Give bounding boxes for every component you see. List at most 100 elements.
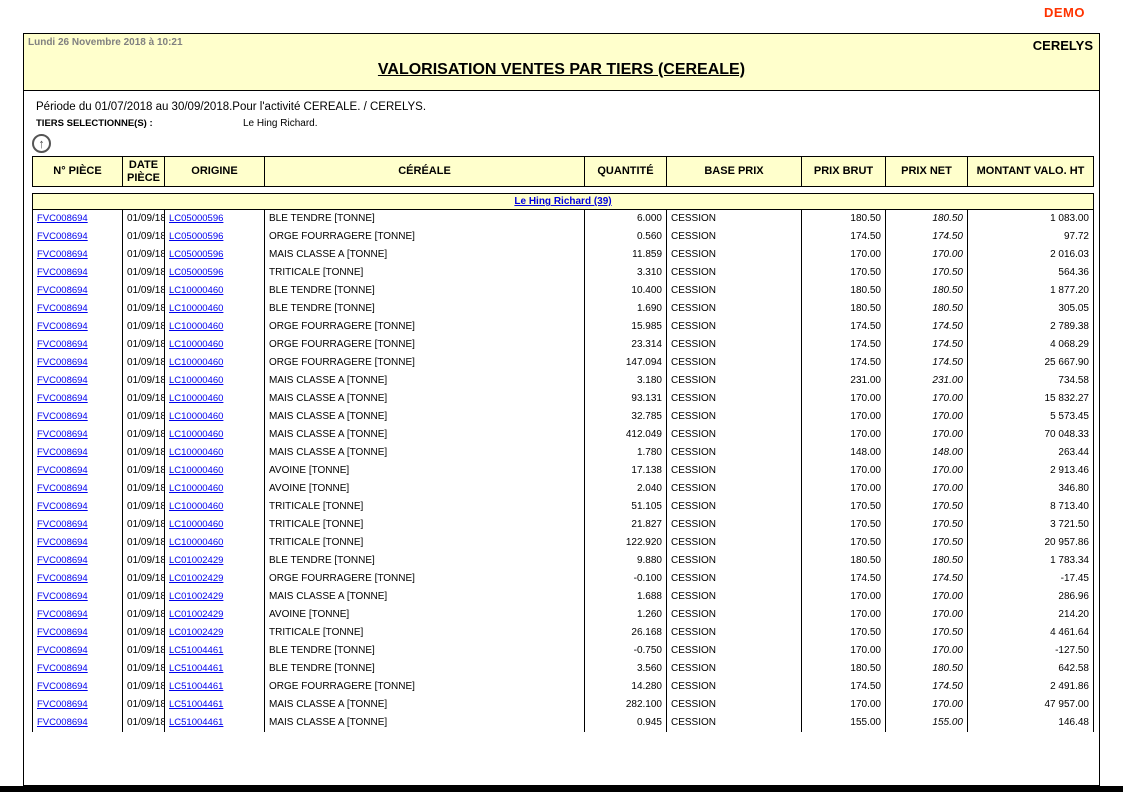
piece-link[interactable]: FVC008694 — [37, 339, 88, 350]
table-row: FVC008694 01/09/18 LC10000460 ORGE FOURR… — [33, 336, 1094, 354]
date-cell: 01/09/18 — [123, 624, 165, 642]
cereale-cell: BLE TENDRE [TONNE] — [265, 552, 585, 570]
piece-link[interactable]: FVC008694 — [37, 699, 88, 710]
date-cell: 01/09/18 — [123, 426, 165, 444]
piece-link[interactable]: FVC008694 — [37, 321, 88, 332]
origine-link[interactable]: LC51004461 — [169, 717, 223, 728]
piece-link[interactable]: FVC008694 — [37, 303, 88, 314]
cereale-cell: TRITICALE [TONNE] — [265, 264, 585, 282]
table-row: FVC008694 01/09/18 LC05000596 MAIS CLASS… — [33, 246, 1094, 264]
base-prix-cell: CESSION — [667, 714, 802, 732]
origine-link[interactable]: LC05000596 — [169, 231, 223, 242]
prix-brut-cell: 170.00 — [802, 606, 886, 624]
origine-link[interactable]: LC51004461 — [169, 645, 223, 656]
piece-link[interactable]: FVC008694 — [37, 231, 88, 242]
origine-link[interactable]: LC05000596 — [169, 249, 223, 260]
cereale-cell: AVOINE [TONNE] — [265, 462, 585, 480]
piece-link[interactable]: FVC008694 — [37, 627, 88, 638]
piece-link[interactable]: FVC008694 — [37, 681, 88, 692]
piece-link[interactable]: FVC008694 — [37, 519, 88, 530]
origine-link[interactable]: LC10000460 — [169, 465, 223, 476]
origine-link[interactable]: LC10000460 — [169, 483, 223, 494]
origine-link[interactable]: LC10000460 — [169, 411, 223, 422]
prix-net-cell: 174.50 — [886, 318, 968, 336]
quantite-cell: 1.780 — [585, 444, 667, 462]
montant-cell: 97.72 — [968, 228, 1094, 246]
up-arrow-icon[interactable]: ↑ — [32, 134, 51, 153]
origine-link[interactable]: LC05000596 — [169, 213, 223, 224]
date-cell: 01/09/18 — [123, 372, 165, 390]
origine-link[interactable]: LC51004461 — [169, 681, 223, 692]
base-prix-cell: CESSION — [667, 552, 802, 570]
origine-link[interactable]: LC10000460 — [169, 393, 223, 404]
origine-link[interactable]: LC10000460 — [169, 285, 223, 296]
origine-link[interactable]: LC05000596 — [169, 267, 223, 278]
origine-link[interactable]: LC51004461 — [169, 699, 223, 710]
piece-link[interactable]: FVC008694 — [37, 591, 88, 602]
table-row: FVC008694 01/09/18 LC51004461 MAIS CLASS… — [33, 696, 1094, 714]
table-row: FVC008694 01/09/18 LC05000596 TRITICALE … — [33, 264, 1094, 282]
origine-link[interactable]: LC10000460 — [169, 447, 223, 458]
base-prix-cell: CESSION — [667, 444, 802, 462]
cereale-cell: BLE TENDRE [TONNE] — [265, 210, 585, 228]
base-prix-cell: CESSION — [667, 210, 802, 228]
report-header: Lundi 26 Novembre 2018 à 10:21 CERELYS V… — [24, 34, 1099, 91]
origine-link[interactable]: LC10000460 — [169, 339, 223, 350]
piece-link[interactable]: FVC008694 — [37, 213, 88, 224]
group-header-link[interactable]: Le Hing Richard (39) — [514, 196, 611, 207]
col-header-piece: N° PIÈCE — [33, 157, 123, 187]
origine-link[interactable]: LC10000460 — [169, 537, 223, 548]
origine-link[interactable]: LC10000460 — [169, 519, 223, 530]
date-cell: 01/09/18 — [123, 462, 165, 480]
origine-link[interactable]: LC10000460 — [169, 375, 223, 386]
piece-link[interactable]: FVC008694 — [37, 411, 88, 422]
prix-net-cell: 174.50 — [886, 336, 968, 354]
piece-link[interactable]: FVC008694 — [37, 285, 88, 296]
origine-link[interactable]: LC10000460 — [169, 429, 223, 440]
piece-link[interactable]: FVC008694 — [37, 663, 88, 674]
piece-link[interactable]: FVC008694 — [37, 717, 88, 728]
piece-link[interactable]: FVC008694 — [37, 447, 88, 458]
quantite-cell: 21.827 — [585, 516, 667, 534]
origine-link[interactable]: LC01002429 — [169, 591, 223, 602]
piece-link[interactable]: FVC008694 — [37, 249, 88, 260]
origine-link[interactable]: LC10000460 — [169, 357, 223, 368]
origine-link[interactable]: LC10000460 — [169, 303, 223, 314]
montant-cell: 2 789.38 — [968, 318, 1094, 336]
origine-link[interactable]: LC51004461 — [169, 663, 223, 674]
piece-link[interactable]: FVC008694 — [37, 375, 88, 386]
piece-link[interactable]: FVC008694 — [37, 483, 88, 494]
prix-brut-cell: 170.00 — [802, 696, 886, 714]
montant-cell: 47 957.00 — [968, 696, 1094, 714]
origine-link[interactable]: LC01002429 — [169, 609, 223, 620]
piece-link[interactable]: FVC008694 — [37, 555, 88, 566]
cereale-cell: MAIS CLASSE A [TONNE] — [265, 408, 585, 426]
origine-link[interactable]: LC01002429 — [169, 627, 223, 638]
montant-cell: 734.58 — [968, 372, 1094, 390]
origine-link[interactable]: LC01002429 — [169, 573, 223, 584]
cereale-cell: BLE TENDRE [TONNE] — [265, 660, 585, 678]
montant-cell: 2 016.03 — [968, 246, 1094, 264]
origine-link[interactable]: LC10000460 — [169, 321, 223, 332]
cereale-cell: ORGE FOURRAGERE [TONNE] — [265, 318, 585, 336]
piece-link[interactable]: FVC008694 — [37, 609, 88, 620]
montant-cell: 564.36 — [968, 264, 1094, 282]
base-prix-cell: CESSION — [667, 570, 802, 588]
piece-link[interactable]: FVC008694 — [37, 573, 88, 584]
cereale-cell: BLE TENDRE [TONNE] — [265, 282, 585, 300]
base-prix-cell: CESSION — [667, 678, 802, 696]
piece-link[interactable]: FVC008694 — [37, 393, 88, 404]
piece-link[interactable]: FVC008694 — [37, 465, 88, 476]
origine-link[interactable]: LC10000460 — [169, 501, 223, 512]
piece-link[interactable]: FVC008694 — [37, 267, 88, 278]
origine-link[interactable]: LC01002429 — [169, 555, 223, 566]
cereale-cell: MAIS CLASSE A [TONNE] — [265, 714, 585, 732]
piece-link[interactable]: FVC008694 — [37, 357, 88, 368]
piece-link[interactable]: FVC008694 — [37, 645, 88, 656]
table-row: FVC008694 01/09/18 LC10000460 TRITICALE … — [33, 534, 1094, 552]
prix-net-cell: 180.50 — [886, 552, 968, 570]
piece-link[interactable]: FVC008694 — [37, 429, 88, 440]
piece-link[interactable]: FVC008694 — [37, 537, 88, 548]
piece-link[interactable]: FVC008694 — [37, 501, 88, 512]
montant-cell: 286.96 — [968, 588, 1094, 606]
